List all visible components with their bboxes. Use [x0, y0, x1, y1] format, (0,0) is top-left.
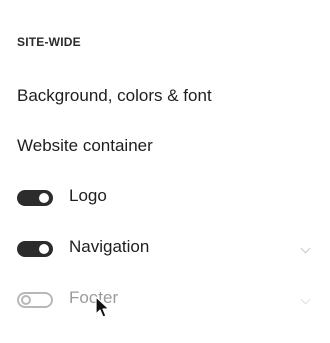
navigation-toggle-knob: [39, 244, 49, 254]
footer-row: Footer: [17, 285, 317, 313]
logo-toggle-knob: [39, 193, 49, 203]
website-container-link[interactable]: Website container: [17, 136, 153, 156]
logo-row: Logo: [17, 183, 317, 211]
logo-label: Logo: [69, 186, 107, 205]
navigation-row: Navigation: [17, 234, 317, 262]
navigation-label: Navigation: [69, 237, 150, 256]
chevron-down-icon[interactable]: [300, 294, 311, 305]
footer-label: Footer: [69, 288, 119, 307]
site-wide-panel: SITE-WIDE Background, colors & font Webs…: [0, 0, 330, 343]
footer-toggle[interactable]: [17, 292, 53, 308]
background-colors-font-link[interactable]: Background, colors & font: [17, 86, 212, 106]
logo-toggle[interactable]: [17, 190, 53, 206]
chevron-down-icon[interactable]: [300, 243, 311, 254]
section-title: SITE-WIDE: [17, 35, 81, 49]
footer-toggle-knob: [21, 295, 31, 305]
navigation-toggle[interactable]: [17, 241, 53, 257]
